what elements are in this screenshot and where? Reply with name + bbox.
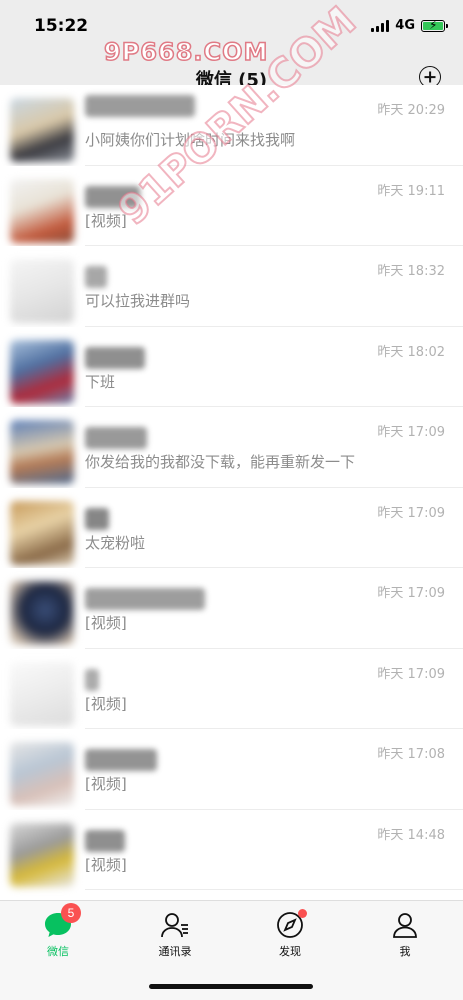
notification-dot xyxy=(298,909,307,918)
contact-name xyxy=(85,95,195,117)
contact-name xyxy=(85,507,109,530)
home-indicator[interactable] xyxy=(149,984,313,989)
contact-name xyxy=(85,749,157,771)
tab-discover[interactable]: 发现 xyxy=(250,909,330,959)
battery-icon: ⚡ xyxy=(421,18,448,32)
chat-row[interactable]: 昨天 17:09 [视频] xyxy=(0,648,463,729)
tab-label: 发现 xyxy=(279,945,301,958)
network-type: 4G xyxy=(395,18,415,33)
chat-time: 昨天 17:09 xyxy=(377,425,445,440)
chat-preview: [视频] xyxy=(85,614,127,632)
avatar xyxy=(10,661,74,726)
unread-badge: 5 xyxy=(61,903,81,923)
chat-preview: [视频] xyxy=(85,855,127,874)
contact-name xyxy=(85,346,145,369)
contact-name xyxy=(85,829,125,852)
chat-preview: 下班 xyxy=(85,372,116,391)
avatar xyxy=(10,581,74,645)
signal-icon xyxy=(371,19,390,32)
tab-label: 通讯录 xyxy=(158,945,192,958)
chat-preview: 太宠粉啦 xyxy=(85,533,146,552)
divider xyxy=(85,889,463,890)
chat-preview: 你发给我的我都没下载，能再重新发一下 xyxy=(85,453,356,471)
chat-preview: [视频] xyxy=(85,694,127,713)
chat-bubble-icon: 5 xyxy=(43,903,81,939)
tab-label: 我 xyxy=(399,945,411,958)
chat-row[interactable]: 昨天 18:02 下班 xyxy=(0,326,463,407)
avatar xyxy=(10,259,74,323)
compass-icon xyxy=(275,909,307,939)
contact-name xyxy=(85,668,99,691)
chat-row[interactable]: 昨天 17:09 [视频] xyxy=(0,568,463,649)
tab-me[interactable]: 我 xyxy=(365,911,445,959)
avatar xyxy=(10,178,74,243)
contact-name xyxy=(85,588,205,610)
tab-label: 微信 xyxy=(47,945,69,958)
chat-preview: [视频] xyxy=(85,211,127,230)
chat-row[interactable]: 昨天 19:11 [视频] xyxy=(0,165,463,246)
avatar xyxy=(10,98,74,162)
chat-row[interactable]: 昨天 17:09 太宠粉啦 xyxy=(0,487,463,568)
chat-row[interactable]: 昨天 14:48 [视频] xyxy=(0,809,463,890)
chat-time: 昨天 17:09 xyxy=(377,586,445,601)
chat-time: 昨天 18:32 xyxy=(377,264,445,279)
chat-time: 昨天 18:02 xyxy=(377,344,445,360)
tab-contacts[interactable]: 通讯录 xyxy=(135,911,215,959)
chat-preview: 可以拉我进群吗 xyxy=(85,292,191,310)
chat-time: 昨天 19:11 xyxy=(377,183,445,199)
chat-time: 昨天 17:08 xyxy=(377,747,445,762)
status-indicators: 4G ⚡ xyxy=(371,18,448,33)
contact-name xyxy=(85,427,147,449)
chat-list: 昨天 20:29 小阿姨你们计划啥时间来找我啊 昨天 19:11 [视频] 昨天… xyxy=(0,85,463,890)
contacts-icon xyxy=(160,911,190,939)
chat-row[interactable]: 昨天 17:09 你发给我的我都没下载，能再重新发一下 xyxy=(0,407,463,488)
watermark-text: 9P668.COM xyxy=(103,37,269,67)
contact-name xyxy=(85,185,140,208)
chat-row[interactable]: 昨天 20:29 小阿姨你们计划啥时间来找我啊 xyxy=(0,85,463,166)
avatar xyxy=(10,339,74,404)
chat-time: 昨天 20:29 xyxy=(377,103,445,118)
chat-time: 昨天 17:09 xyxy=(377,666,445,682)
chat-preview: [视频] xyxy=(85,775,127,793)
chat-row[interactable]: 昨天 18:32 可以拉我进群吗 xyxy=(0,246,463,327)
chat-time: 昨天 17:09 xyxy=(377,505,445,521)
chat-row[interactable]: 昨天 17:08 [视频] xyxy=(0,729,463,810)
avatar xyxy=(10,822,74,887)
tab-chats[interactable]: 5 微信 xyxy=(18,903,98,959)
chat-preview: 小阿姨你们计划啥时间来找我啊 xyxy=(85,131,296,149)
status-time: 15:22 xyxy=(34,16,89,36)
avatar xyxy=(10,500,74,565)
contact-name xyxy=(85,266,107,288)
avatar xyxy=(10,742,74,806)
person-icon xyxy=(390,911,420,939)
avatar xyxy=(10,420,74,484)
chat-time: 昨天 14:48 xyxy=(377,827,445,843)
